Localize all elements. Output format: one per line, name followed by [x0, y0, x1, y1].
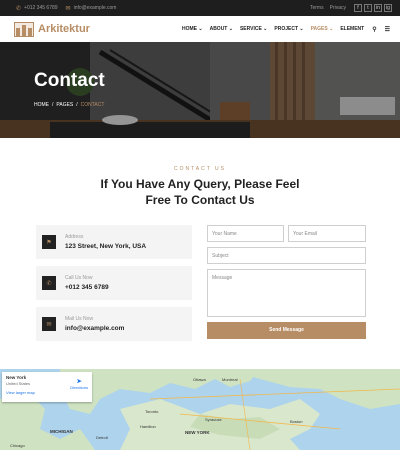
envelope-icon: ✉ [42, 317, 56, 331]
name-input[interactable]: Your Name [207, 225, 284, 242]
brand-logo[interactable]: Arkitektur [14, 21, 90, 37]
phone-box: ✆ Call Us Now +012 345 6789 [36, 266, 192, 300]
directions-button[interactable]: ➤ Directions [70, 378, 88, 390]
email-label: Mail Us Now [65, 316, 94, 322]
nav-item-home[interactable]: HOME ⌄ [182, 26, 203, 32]
topbar-phone: ✆ +012 345 6789 [16, 5, 58, 12]
map-label: Boston [290, 419, 303, 424]
breadcrumb: HOME / PAGES / CONTACT [34, 102, 105, 108]
breadcrumb-current: CONTACT [80, 102, 105, 108]
subject-input[interactable]: Subject [207, 247, 366, 264]
nav-item-service[interactable]: SERVICE ⌄ [240, 26, 267, 32]
nav-item-element[interactable]: ELEMENT [340, 26, 364, 32]
map-label: Toronto [145, 409, 159, 414]
topbar-email: ✉ info@example.com [65, 5, 117, 12]
map-label: Ottawa [193, 377, 206, 382]
brand-name: Arkitektur [38, 23, 90, 35]
address-box: ⚑ Address 123 Street, New York, USA [36, 225, 192, 259]
map-label: Syracuse [205, 417, 222, 422]
instagram-icon[interactable]: ig [384, 4, 392, 12]
terms-link[interactable]: Terms [310, 5, 324, 11]
twitter-icon[interactable]: t [364, 4, 372, 12]
message-textarea[interactable]: Message [207, 269, 366, 317]
view-larger-map-link[interactable]: View larger map [6, 390, 88, 395]
search-icon[interactable]: ⚲ [372, 26, 376, 33]
linkedin-icon[interactable]: in [374, 4, 382, 12]
section-eyebrow: CONTACT US [173, 166, 227, 172]
breadcrumb-home[interactable]: HOME [34, 102, 49, 108]
envelope-icon: ✉ [65, 5, 71, 12]
menu-icon[interactable]: ☰ [385, 26, 390, 33]
map-pin-icon: ⚑ [42, 235, 56, 249]
nav-item-about[interactable]: ABOUT ⌄ [210, 26, 233, 32]
map-label: MICHIGAN [50, 429, 73, 434]
section-headline: If You Have Any Query, Please Feel Free … [100, 177, 300, 207]
phone-label: Call Us Now [65, 275, 93, 281]
address-label: Address [65, 234, 84, 240]
nav-menu: HOME ⌄ ABOUT ⌄ SERVICE ⌄ PROJECT ⌄ PAGES… [175, 26, 390, 33]
nav-item-project[interactable]: PROJECT ⌄ [274, 26, 303, 32]
privacy-link[interactable]: Privacy [330, 5, 346, 11]
directions-icon: ➤ [76, 379, 82, 385]
breadcrumb-pages[interactable]: PAGES [56, 102, 73, 108]
phone-icon: ✆ [16, 5, 22, 12]
nav-item-pages[interactable]: PAGES ⌄ [311, 26, 334, 32]
email-value: info@example.com [65, 325, 125, 332]
phone-value: +012 345 6789 [65, 284, 109, 291]
address-value: 123 Street, New York, USA [65, 243, 147, 250]
top-bar: ✆ +012 345 6789 ✉ info@example.com Terms P… [0, 0, 400, 16]
email-box: ✉ Mail Us Now info@example.com [36, 307, 192, 341]
facebook-icon[interactable]: f [354, 4, 362, 12]
map-label: Chicago [10, 443, 25, 448]
page-title: Contact [34, 70, 105, 91]
page-header-banner: Contact HOME / PAGES / CONTACT [0, 42, 400, 138]
embedded-map[interactable]: New York United States View larger map ➤… [0, 369, 400, 450]
main-navbar: Arkitektur HOME ⌄ ABOUT ⌄ SERVICE ⌄ PROJ… [0, 16, 400, 42]
phone-icon: ✆ [42, 276, 56, 290]
email-input[interactable]: Your Email [288, 225, 366, 242]
map-label: Hamilton [140, 424, 156, 429]
building-logo-icon [14, 21, 34, 37]
map-label: Montreal [222, 377, 238, 382]
map-label: Detroit [96, 435, 108, 440]
map-place-card: New York United States View larger map ➤… [2, 372, 92, 402]
send-message-button[interactable]: Send Message [207, 322, 366, 339]
map-label: NEW YORK [185, 430, 210, 435]
